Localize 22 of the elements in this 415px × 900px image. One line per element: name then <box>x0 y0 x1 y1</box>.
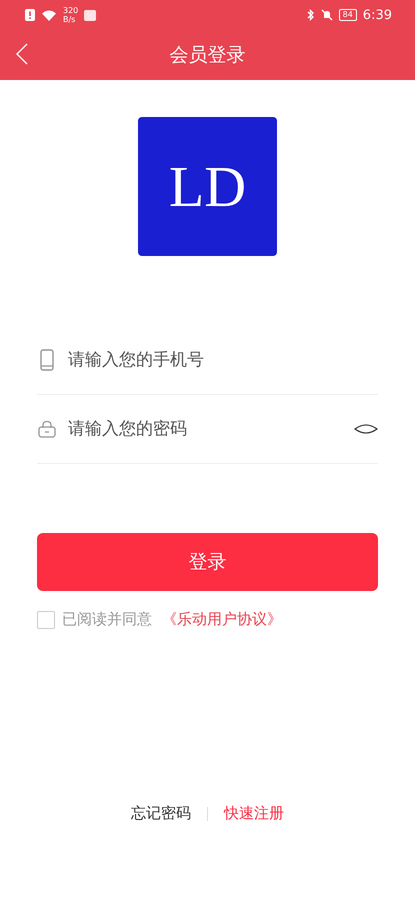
bluetooth-icon <box>306 9 315 21</box>
back-icon <box>16 43 28 65</box>
login-button[interactable]: 登录 <box>37 533 378 591</box>
muted-bell-icon <box>320 9 333 21</box>
wifi-icon <box>41 8 57 22</box>
network-speed-value: 320 <box>63 6 78 15</box>
logo: LD <box>138 117 277 256</box>
network-speed-unit: B/s <box>63 15 76 24</box>
battery-indicator: 84 <box>338 9 357 21</box>
page-title: 会员登录 <box>170 43 246 68</box>
phone-icon <box>38 349 56 371</box>
lock-icon <box>38 420 56 438</box>
forgot-password-link[interactable]: 忘记密码 <box>131 804 191 823</box>
password-field[interactable]: 请输入您的密码 <box>68 419 342 439</box>
alert-icon <box>25 9 35 21</box>
eye-icon[interactable] <box>354 424 378 434</box>
agreement-text: 已阅读并同意 <box>62 610 152 629</box>
agreement-checkbox[interactable] <box>37 610 55 628</box>
status-time: 6:39 <box>362 8 392 22</box>
phone-number-field[interactable]: 请输入您的手机号 <box>68 350 378 370</box>
register-link[interactable]: 快速注册 <box>224 804 284 823</box>
user-agreement-link[interactable]: 《乐动用户协议》 <box>162 610 282 629</box>
